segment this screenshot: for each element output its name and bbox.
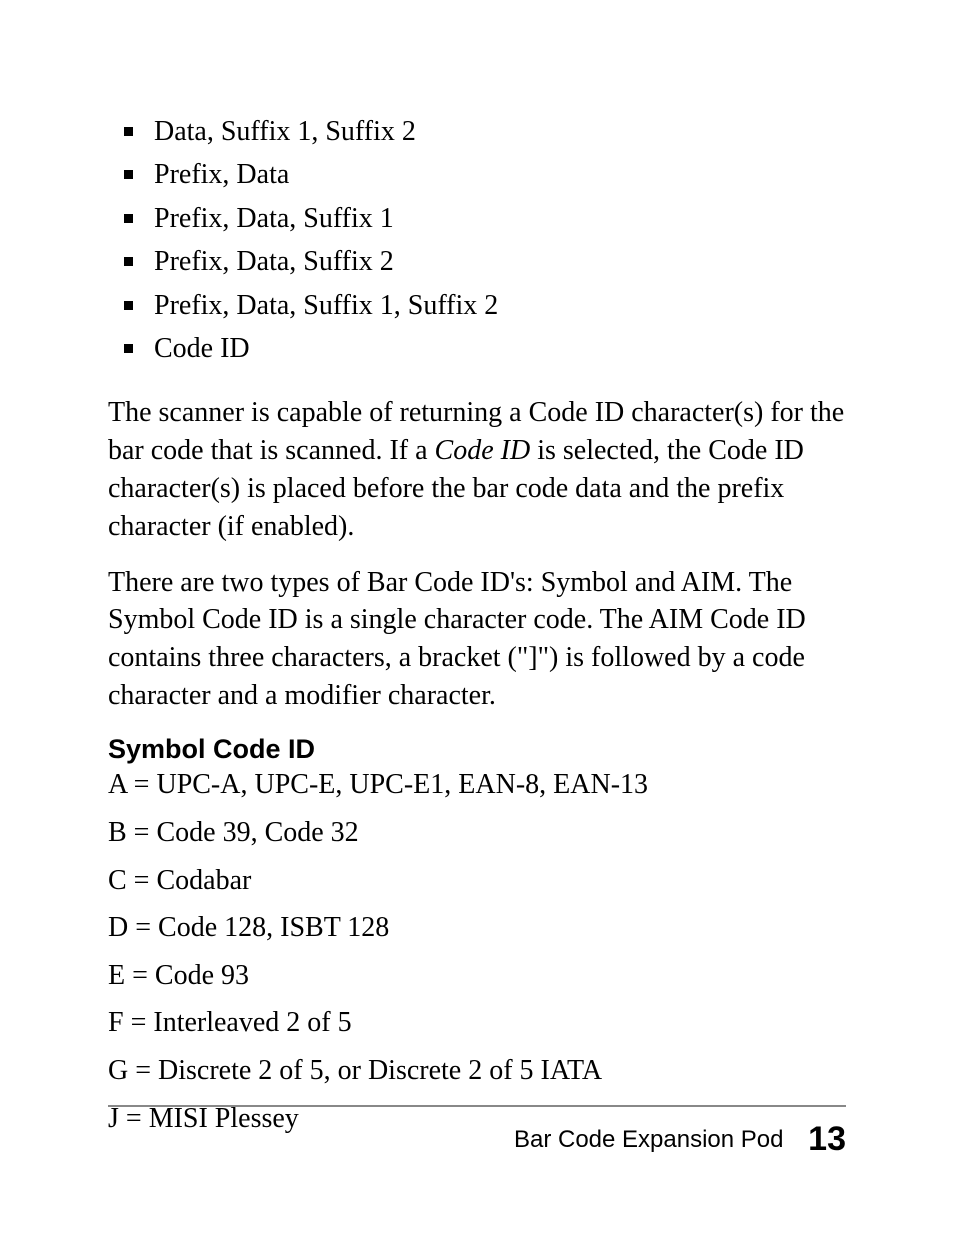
list-item: Prefix, Data, Suffix 1 — [136, 197, 846, 240]
definition-line: C = Codabar — [108, 864, 846, 898]
list-item: Code ID — [136, 327, 846, 370]
definition-line: G = Discrete 2 of 5, or Discrete 2 of 5 … — [108, 1054, 846, 1088]
page-number: 13 — [808, 1120, 846, 1158]
footer-divider — [108, 1105, 846, 1107]
page-footer: Bar Code Expansion Pod 13 — [514, 1120, 846, 1159]
definition-line: D = Code 128, ISBT 128 — [108, 911, 846, 945]
list-item-text: Prefix, Data, Suffix 1 — [154, 203, 394, 234]
list-item-text: Prefix, Data, Suffix 1, Suffix 2 — [154, 290, 498, 321]
definition-line: A = UPC-A, UPC-E, UPC-E1, EAN-8, EAN-13 — [108, 768, 846, 802]
list-item: Prefix, Data, Suffix 2 — [136, 240, 846, 283]
list-item-text: Data, Suffix 1, Suffix 2 — [154, 116, 416, 147]
definition-line: F = Interleaved 2 of 5 — [108, 1006, 846, 1040]
heading-symbol-code-id: Symbol Code ID — [108, 733, 846, 767]
symbol-code-definitions: A = UPC-A, UPC-E, UPC-E1, EAN-8, EAN-13 … — [108, 768, 846, 1135]
list-item-text: Prefix, Data, Suffix 2 — [154, 246, 394, 277]
bullet-list: Data, Suffix 1, Suffix 2 Prefix, Data Pr… — [108, 110, 846, 370]
list-item-text: Code ID — [154, 333, 250, 364]
list-item-text: Prefix, Data — [154, 159, 289, 190]
definition-line: E = Code 93 — [108, 959, 846, 993]
page: Data, Suffix 1, Suffix 2 Prefix, Data Pr… — [0, 0, 954, 1235]
list-item: Prefix, Data, Suffix 1, Suffix 2 — [136, 284, 846, 327]
paragraph-barcode-id-types: There are two types of Bar Code ID's: Sy… — [108, 564, 846, 715]
list-item: Data, Suffix 1, Suffix 2 — [136, 110, 846, 153]
footer-title: Bar Code Expansion Pod — [514, 1126, 784, 1153]
para1-emphasis: Code ID — [435, 435, 531, 466]
definition-line: B = Code 39, Code 32 — [108, 816, 846, 850]
list-item: Prefix, Data — [136, 153, 846, 196]
paragraph-code-id-intro: The scanner is capable of returning a Co… — [108, 394, 846, 545]
